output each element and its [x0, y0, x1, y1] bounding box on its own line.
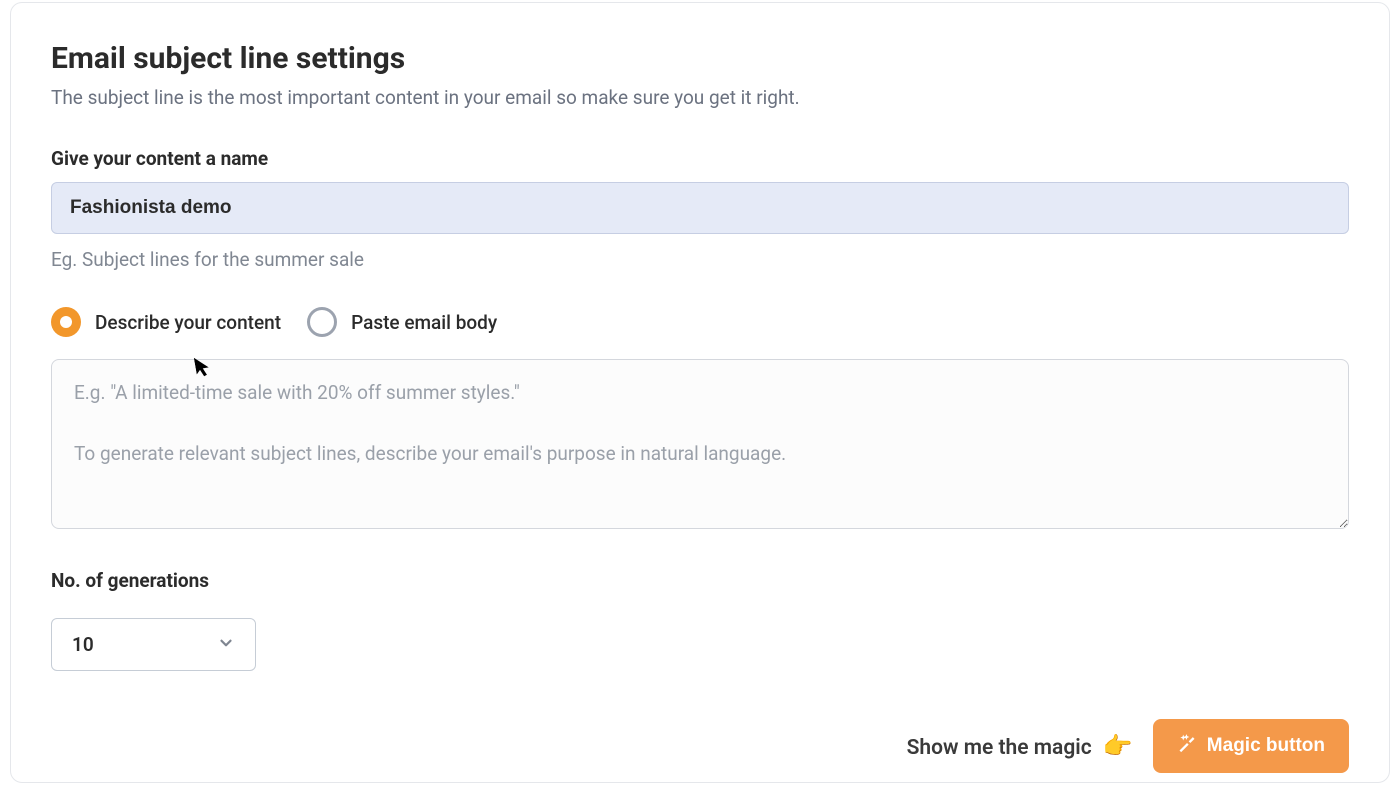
radio-checked-icon: [51, 307, 81, 337]
radio-describe-content[interactable]: Describe your content: [51, 307, 281, 337]
magic-button[interactable]: Magic button: [1153, 719, 1349, 773]
radio-unchecked-icon: [307, 307, 337, 337]
radio-paste-label: Paste email body: [351, 311, 497, 334]
generations-value: 10: [72, 633, 94, 656]
settings-card: Email subject line settings The subject …: [10, 2, 1390, 783]
radio-describe-label: Describe your content: [95, 311, 281, 334]
pointing-hand-icon: 👉: [1103, 732, 1133, 760]
magic-wand-icon: [1177, 733, 1197, 759]
content-name-helper: Eg. Subject lines for the summer sale: [51, 248, 1349, 271]
generations-select[interactable]: 10: [51, 618, 256, 671]
content-name-label: Give your content a name: [51, 147, 1349, 170]
content-name-input[interactable]: [51, 182, 1349, 234]
input-mode-radio-group: Describe your content Paste email body: [51, 307, 1349, 337]
magic-button-label: Magic button: [1207, 735, 1325, 757]
cta-text: Show me the magic 👉: [907, 732, 1133, 760]
generations-label: No. of generations: [51, 569, 1349, 592]
radio-paste-body[interactable]: Paste email body: [307, 307, 497, 337]
chevron-down-icon: [217, 634, 235, 656]
content-description-textarea[interactable]: [51, 359, 1349, 529]
content-name-field: Give your content a name Eg. Subject lin…: [51, 147, 1349, 271]
cta-text-label: Show me the magic: [907, 736, 1092, 760]
generations-field: No. of generations 10: [51, 569, 1349, 671]
footer-row: Show me the magic 👉 Magic button: [51, 719, 1349, 773]
page-subtitle: The subject line is the most important c…: [51, 86, 1349, 109]
page-title: Email subject line settings: [51, 41, 1349, 76]
